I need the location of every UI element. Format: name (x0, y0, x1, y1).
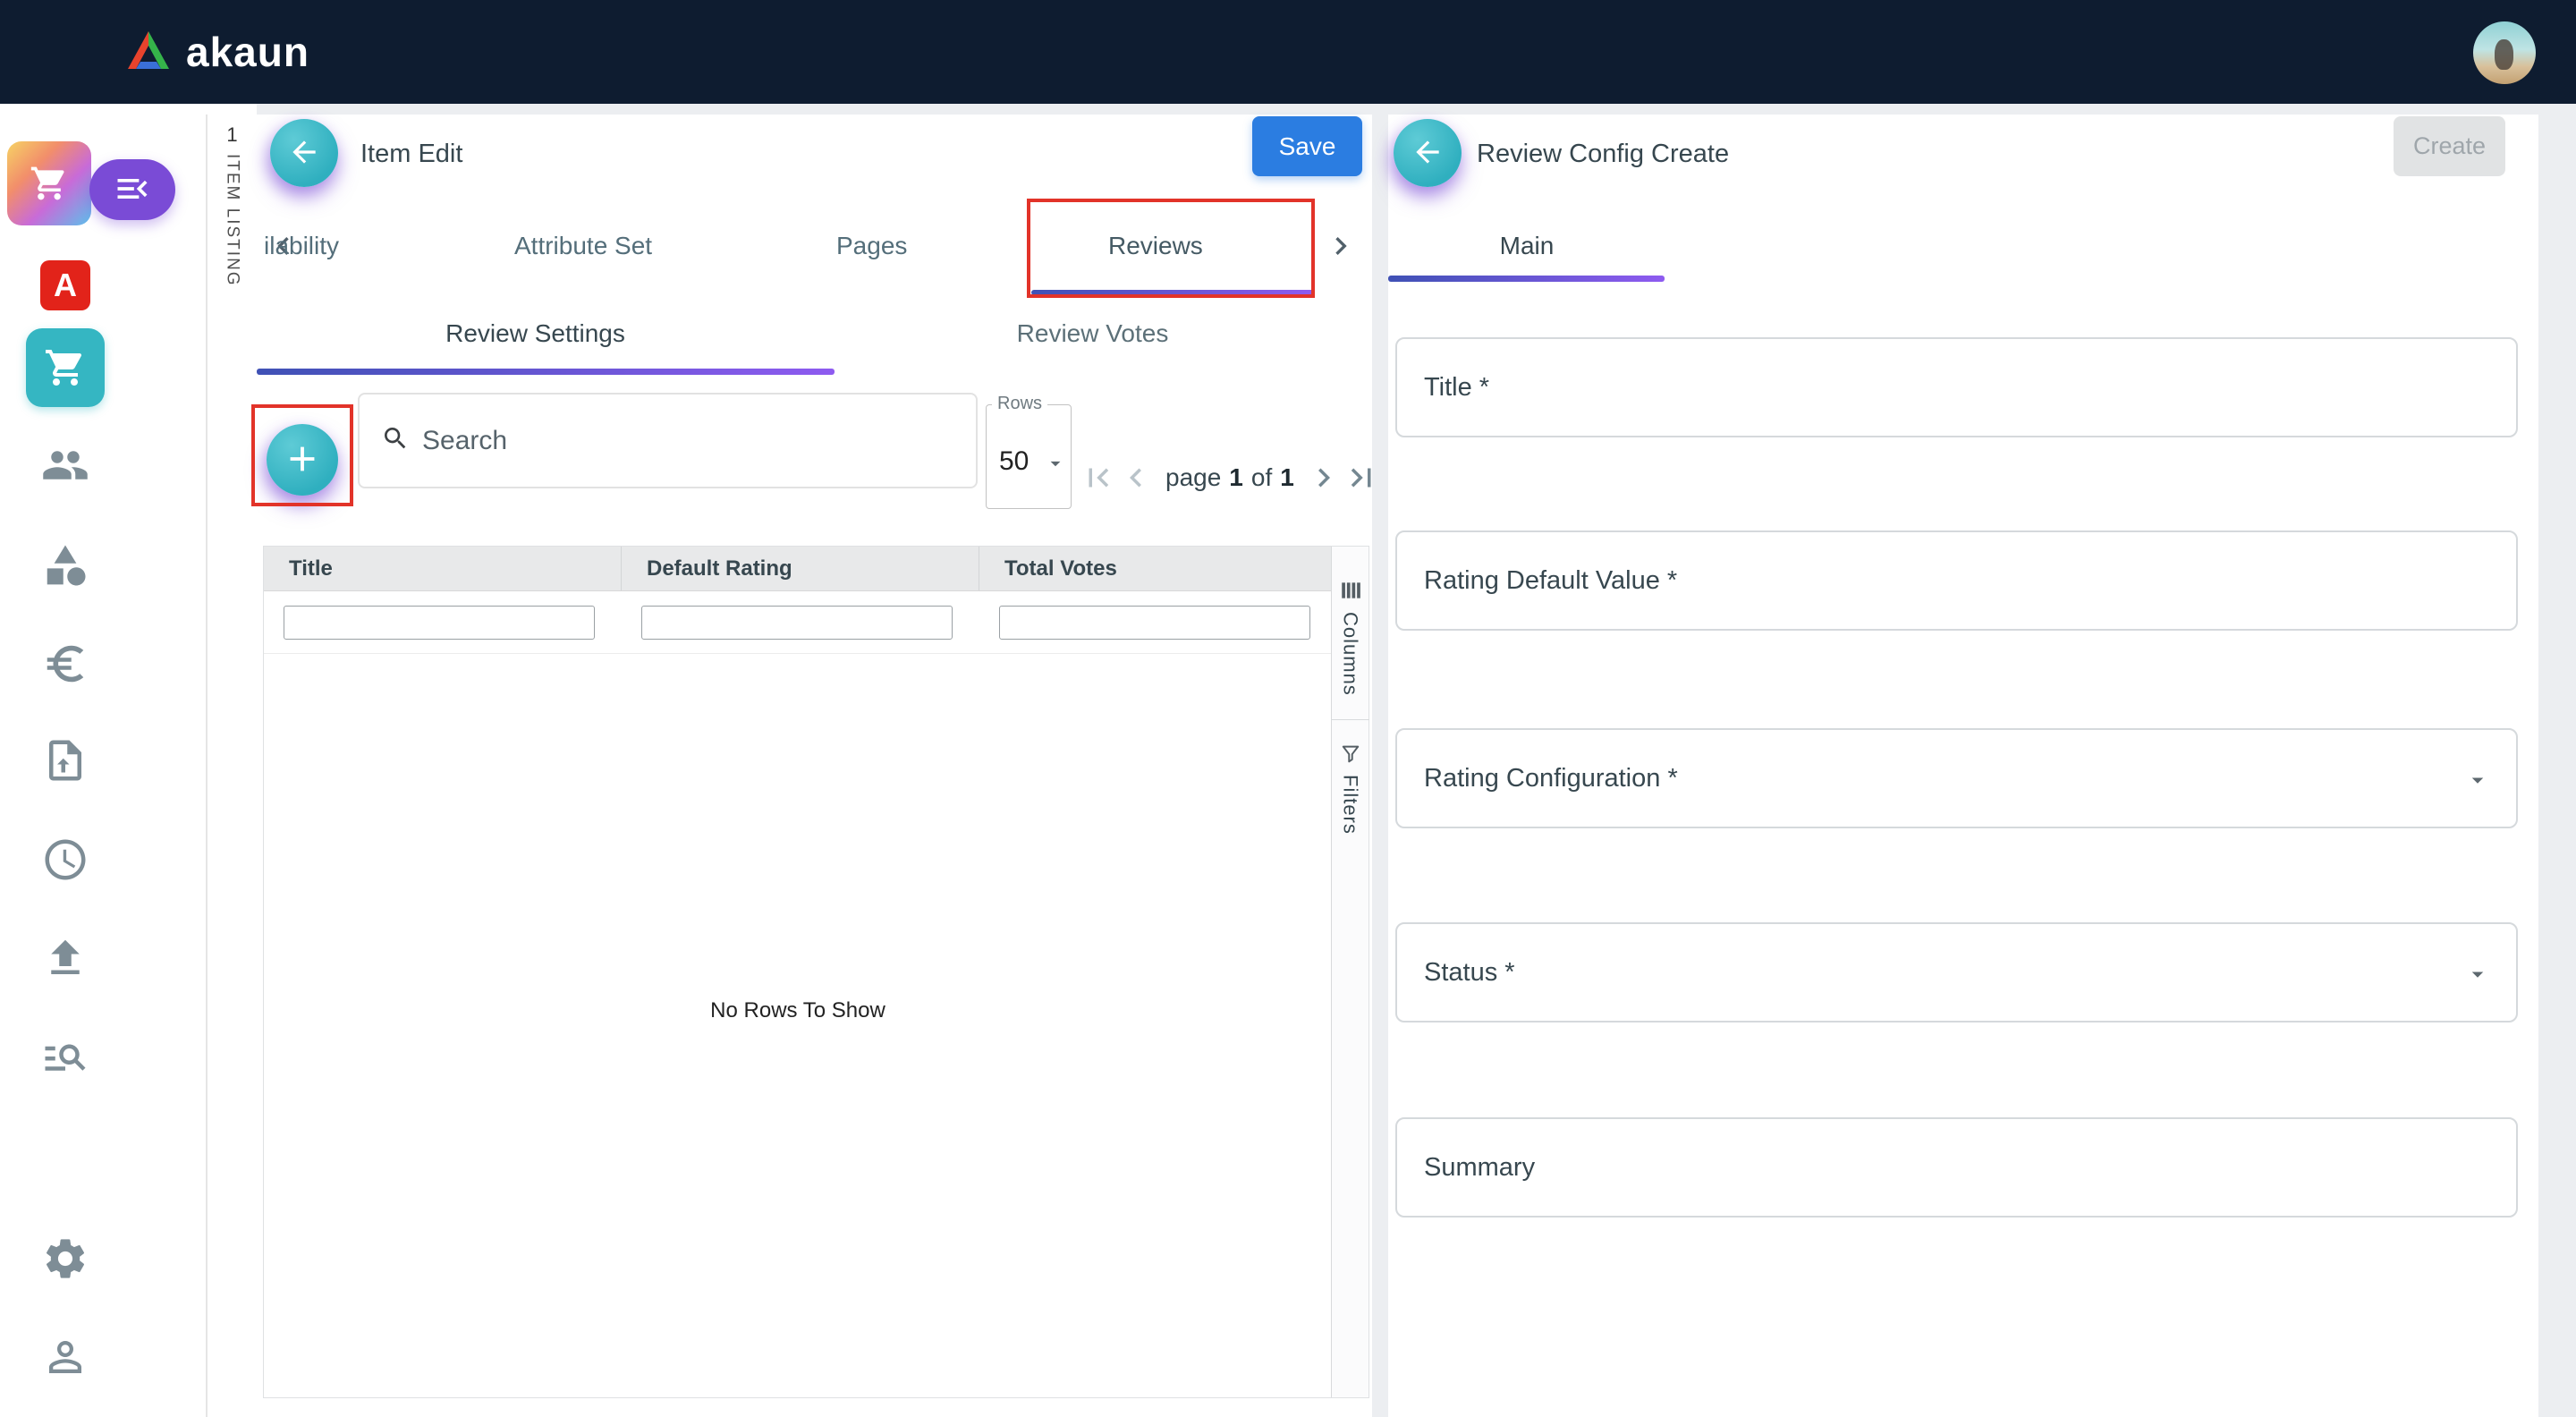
columns-panel-button[interactable]: Columns (1339, 579, 1362, 696)
rating-configuration-select[interactable]: Rating Configuration * (1395, 728, 2518, 828)
back-button[interactable] (270, 119, 338, 187)
previous-page-button[interactable] (1117, 459, 1155, 496)
tabs-scroll-right-button[interactable] (1323, 228, 1359, 267)
side-toolbar-divider (1332, 719, 1369, 720)
next-page-button[interactable] (1305, 459, 1343, 496)
column-header-default-rating[interactable]: Default Rating (622, 547, 979, 590)
arrow-back-icon (287, 135, 321, 172)
empty-table-message: No Rows To Show (264, 998, 1332, 1023)
page-title: Item Edit (360, 140, 462, 169)
back-button[interactable] (1394, 119, 1462, 187)
file-upload-icon[interactable] (41, 736, 89, 785)
categories-icon[interactable] (41, 541, 89, 590)
chevron-down-icon (2464, 961, 2491, 992)
rating-default-value-field-label: Rating Default Value * (1424, 566, 1677, 596)
columns-icon (1339, 579, 1362, 605)
page-title: Review Config Create (1477, 140, 1729, 169)
search-input[interactable] (422, 426, 923, 456)
akaun-logo-icon (125, 30, 172, 75)
search-icon (381, 424, 410, 457)
topbar: akaun (0, 0, 2576, 104)
columns-button-label: Columns (1339, 612, 1362, 696)
create-button[interactable]: Create (2394, 116, 2505, 176)
panel-tab-number: 1 (226, 123, 237, 147)
rows-value: 50 (999, 446, 1029, 477)
current-page: 1 (1229, 463, 1243, 491)
active-tab-indicator (1388, 276, 1665, 282)
cart-icon[interactable] (26, 328, 105, 407)
subtab-review-settings[interactable]: Review Settings (257, 310, 814, 358)
column-header-total-votes[interactable]: Total Votes (979, 547, 1332, 590)
title-field-label: Title * (1424, 373, 1489, 403)
menu-collapse-button[interactable] (89, 159, 175, 220)
item-edit-panel: Item Edit Save ilability Attribute Set P… (257, 115, 1372, 1417)
subtab-review-votes[interactable]: Review Votes (814, 310, 1371, 358)
pagination: page1of1 (1080, 449, 1380, 506)
adobe-glyph: A (54, 267, 77, 304)
status-select[interactable]: Status * (1395, 922, 2518, 1022)
active-subtab-indicator (257, 369, 835, 375)
tab-reviews[interactable]: Reviews (1108, 232, 1203, 260)
add-review-config-button[interactable] (267, 424, 338, 496)
rows-per-page-select[interactable]: Rows 50 (986, 404, 1072, 509)
app-icon-cart[interactable] (7, 141, 91, 225)
brand: akaun (125, 0, 309, 104)
user-avatar[interactable] (2473, 21, 2536, 84)
customers-icon[interactable] (41, 441, 89, 489)
page-indicator: page1of1 (1165, 463, 1294, 492)
review-subtabs: Review Settings Review Votes (257, 310, 1372, 358)
save-button[interactable]: Save (1252, 116, 1362, 176)
filter-input-title[interactable] (284, 606, 595, 640)
status-label: Status * (1424, 958, 1515, 988)
rating-configuration-label: Rating Configuration * (1424, 764, 1678, 793)
chevron-down-icon (2464, 767, 2491, 798)
history-icon[interactable] (41, 836, 89, 884)
last-page-button[interactable] (1343, 459, 1380, 496)
tab-main[interactable]: Main (1388, 232, 1665, 260)
account-icon[interactable] (41, 1333, 89, 1381)
summary-field-label: Summary (1424, 1153, 1535, 1183)
tab-attribute-set[interactable]: Attribute Set (514, 232, 652, 260)
table-filter-row (264, 591, 1332, 654)
upload-icon[interactable] (41, 934, 89, 982)
panel-tab-strip: 1 ITEM LISTING (206, 115, 257, 1417)
filter-input-default-rating[interactable] (641, 606, 953, 640)
tab-pages[interactable]: Pages (836, 232, 907, 260)
filter-icon (1339, 742, 1362, 768)
review-settings-table: Title Default Rating Total Votes No Rows… (263, 546, 1369, 1398)
arrow-back-icon (1411, 135, 1445, 172)
search-box (358, 393, 978, 488)
active-tab-indicator (1031, 290, 1314, 295)
brand-name: akaun (186, 28, 309, 76)
euro-icon[interactable] (41, 640, 89, 688)
menu-open-icon (113, 169, 152, 211)
rating-default-value-field[interactable]: Rating Default Value * (1395, 530, 2518, 631)
title-field[interactable]: Title * (1395, 337, 2518, 437)
rows-label: Rows (992, 394, 1047, 414)
filters-button-label: Filters (1339, 775, 1362, 835)
summary-field[interactable]: Summary (1395, 1117, 2518, 1218)
adobe-app-icon[interactable]: A (40, 260, 90, 310)
tab-availability[interactable]: ilability (264, 232, 339, 260)
plus-icon (282, 438, 323, 482)
review-config-panel: Review Config Create Create Main Title *… (1388, 115, 2538, 1417)
settings-icon[interactable] (41, 1235, 89, 1283)
first-page-button[interactable] (1080, 459, 1117, 496)
filter-input-total-votes[interactable] (999, 606, 1310, 640)
grid-side-toolbar: Columns Filters (1331, 547, 1368, 1397)
table-header-row: Title Default Rating Total Votes (264, 547, 1332, 591)
chevron-down-icon (1044, 452, 1067, 479)
total-pages: 1 (1280, 463, 1294, 491)
filters-panel-button[interactable]: Filters (1339, 742, 1362, 835)
panel-tab-item-listing[interactable]: ITEM LISTING (223, 154, 242, 287)
search-list-icon[interactable] (41, 1032, 89, 1081)
column-header-title[interactable]: Title (264, 547, 622, 590)
